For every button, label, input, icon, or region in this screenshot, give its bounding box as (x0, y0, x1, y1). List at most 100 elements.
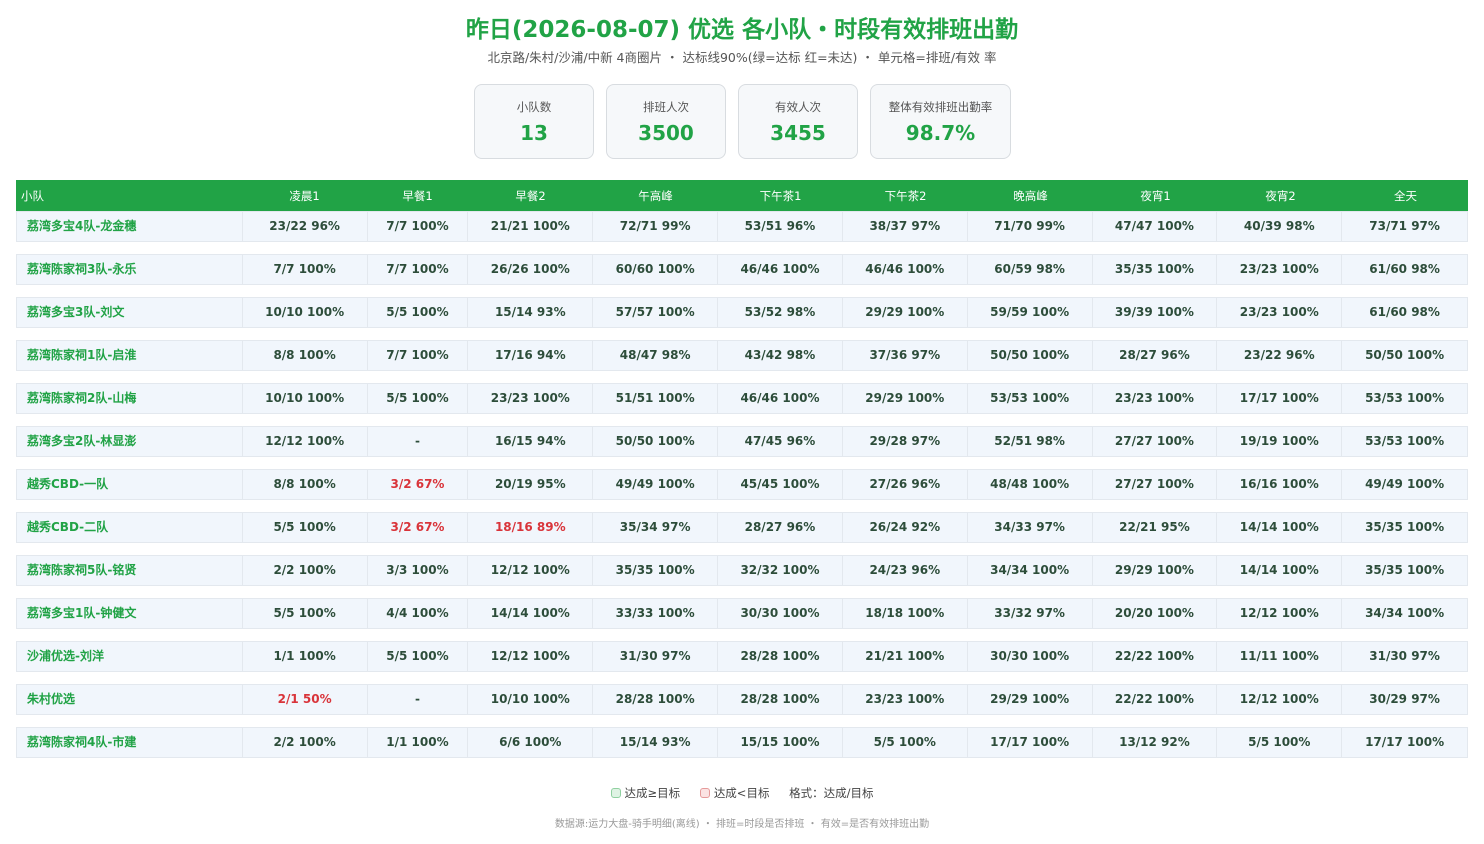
table-cell: 22/22 100% (1093, 685, 1218, 714)
column-header: 凌晨1 (289, 188, 320, 203)
table-cell: 12/12 100% (468, 642, 594, 671)
legend-label: 达成<目标 (713, 786, 770, 800)
table-cell: 10/10 100% (243, 298, 368, 327)
table-cell: 5/5 100% (843, 728, 968, 757)
table-cell: 6/6 100% (468, 728, 594, 757)
table-cell: 18/16 89% (468, 513, 594, 542)
table-cell: 50/50 100% (968, 341, 1093, 370)
attendance-table: 小队 凌晨1 早餐1 早餐2 午高峰 下午茶1 下午茶2 晚高峰 夜宵1 夜宵2 全天 荔湾多宝4队… (16, 180, 1468, 758)
table-row: 朱村优选 2/1 50% -10/10 100% 28/28 100% 28/28 10… (16, 684, 1468, 715)
table-cell: 1/1 100% (368, 728, 469, 757)
table-cell: 20/19 95% (468, 470, 594, 499)
table-cell: 60/59 98% (968, 255, 1093, 284)
table-cell: 28/28 100% (718, 685, 843, 714)
table-cell: 15/15 100% (718, 728, 843, 757)
table-cell: 29/29 100% (843, 384, 968, 413)
table-cell: 17/16 94% (468, 341, 594, 370)
table-cell: 23/23 100% (1217, 255, 1343, 284)
kpi-value: 98.7% (905, 121, 976, 145)
team-name-cell: 越秀CBD-二队 (17, 513, 243, 542)
table-cell: 73/71 97% (1369, 219, 1440, 233)
table-cell: 10/10 100% (468, 685, 594, 714)
kpi-card-rate: 整体有效排班出勤率 98.7% (870, 84, 1011, 159)
table-cell: 10/10 100% (243, 384, 368, 413)
table-cell: 1/1 100% (243, 642, 368, 671)
table-cell: 34/34 100% (1365, 606, 1445, 620)
table-cell: 23/23 100% (843, 685, 968, 714)
table-cell: 49/49 100% (1365, 477, 1445, 491)
table-body: 荔湾多宝4队-龙金穗 23/22 96% 7/7 100% 21/21 100% 72/… (16, 211, 1468, 758)
table-cell: 21/21 100% (843, 642, 968, 671)
table-cell: 29/29 100% (843, 298, 968, 327)
table-cell: 53/51 96% (718, 212, 843, 241)
table-cell: 5/5 100% (368, 298, 469, 327)
table-cell: 4/4 100% (368, 599, 469, 628)
legend: 达成≥目标 达成<目标 格式：达成/目标 (0, 785, 1484, 801)
table-cell: 12/12 100% (1217, 685, 1343, 714)
table-cell: 35/35 100% (1093, 255, 1218, 284)
team-name-cell: 沙浦优选-刘洋 (17, 642, 243, 671)
table-cell: 47/45 96% (718, 427, 843, 456)
table-cell: 43/42 98% (718, 341, 843, 370)
table-cell: 33/33 100% (593, 599, 719, 628)
table-cell: 23/23 100% (468, 384, 594, 413)
table-cell: 2/2 100% (243, 728, 368, 757)
team-name-cell: 朱村优选 (17, 685, 243, 714)
column-header: 早餐1 (402, 188, 433, 203)
kpi-label: 整体有效排班出勤率 (888, 100, 993, 114)
column-header: 夜宵1 (1140, 188, 1171, 203)
team-name-cell: 荔湾陈家祠5队-铭贤 (17, 556, 243, 585)
table-row: 荔湾多宝1队-钟健文 5/5 100% 4/4 100% 14/14 100% 33/3… (16, 598, 1468, 629)
table-header: 小队 凌晨1 早餐1 早餐2 午高峰 下午茶1 下午茶2 晚高峰 夜宵1 夜宵2 全天 (16, 180, 1468, 211)
column-header: 下午茶2 (884, 188, 927, 203)
table-cell: 59/59 100% (968, 298, 1093, 327)
team-name-cell: 荔湾陈家祠2队-山梅 (17, 384, 243, 413)
table-cell: 35/34 97% (593, 513, 719, 542)
kpi-card-valid: 有效人次 3455 (738, 84, 858, 159)
team-name-cell: 荔湾多宝2队-林显澎 (17, 427, 243, 456)
table-cell: 26/26 100% (468, 255, 594, 284)
column-header: 下午茶1 (759, 188, 802, 203)
kpi-label: 有效人次 (775, 100, 821, 114)
table-cell: 37/36 97% (843, 341, 968, 370)
table-cell: 18/18 100% (843, 599, 968, 628)
table-cell: 15/14 93% (593, 728, 719, 757)
table-cell: 31/30 97% (1369, 649, 1440, 663)
table-cell: 14/14 100% (1217, 556, 1343, 585)
table-cell: 16/15 94% (468, 427, 594, 456)
table-cell: 8/8 100% (243, 470, 368, 499)
table-cell: 22/22 100% (1093, 642, 1218, 671)
table-row: 沙浦优选-刘洋 1/1 100% 5/5 100% 12/12 100% 31/30 9… (16, 641, 1468, 672)
table-cell: 15/14 93% (468, 298, 594, 327)
table-cell: 53/53 100% (1365, 434, 1445, 448)
table-cell: 27/27 100% (1093, 470, 1218, 499)
table-cell: 38/37 97% (843, 212, 968, 241)
table-cell: 35/35 100% (593, 556, 719, 585)
table-cell: 3/2 67% (368, 470, 469, 499)
table-cell: 5/5 100% (368, 642, 469, 671)
table-cell: 12/12 100% (468, 556, 594, 585)
table-cell: 26/24 92% (843, 513, 968, 542)
table-cell: 51/51 100% (593, 384, 719, 413)
table-cell: 46/46 100% (718, 255, 843, 284)
table-cell: 16/16 100% (1217, 470, 1343, 499)
table-cell: 23/23 100% (1093, 384, 1218, 413)
table-cell: 50/50 100% (1365, 348, 1445, 362)
kpi-label: 排班人次 (643, 100, 689, 114)
table-cell: 3/3 100% (368, 556, 469, 585)
table-cell: 61/60 98% (1369, 305, 1440, 319)
table-cell: 28/28 100% (593, 685, 719, 714)
column-header: 小队 (21, 188, 44, 203)
table-cell: 30/30 100% (968, 642, 1093, 671)
column-header: 早餐2 (515, 188, 546, 203)
kpi-label: 小队数 (516, 100, 552, 114)
table-cell: 60/60 100% (593, 255, 719, 284)
table-cell: 12/12 100% (243, 427, 368, 456)
table-cell: 47/47 100% (1093, 212, 1218, 241)
table-cell: 17/17 100% (968, 728, 1093, 757)
column-header: 全天 (1394, 188, 1417, 203)
table-cell: 28/27 96% (718, 513, 843, 542)
team-name-cell: 越秀CBD-一队 (17, 470, 243, 499)
table-cell: 34/33 97% (968, 513, 1093, 542)
kpi-value: 3455 (770, 121, 826, 145)
